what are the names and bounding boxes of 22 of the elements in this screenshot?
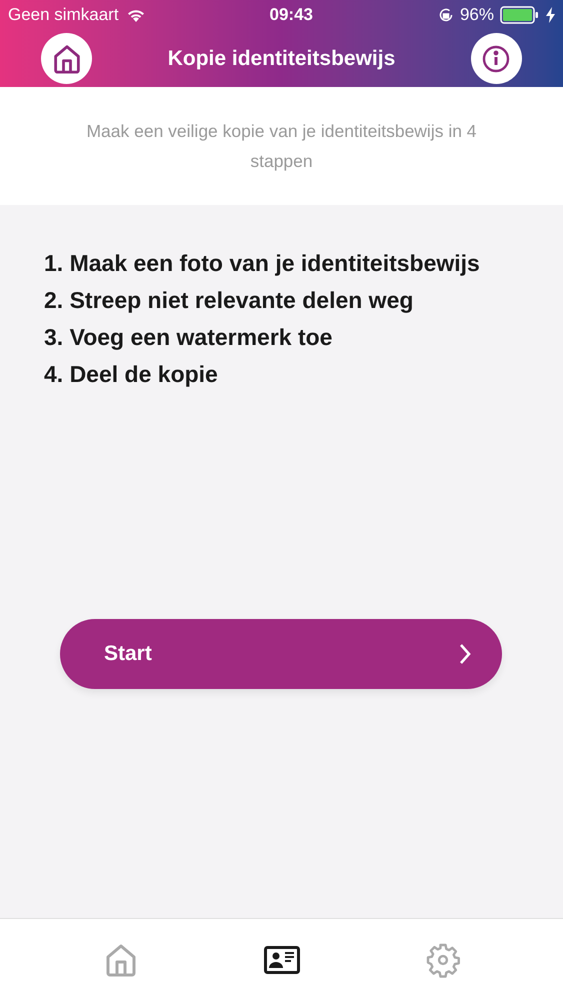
rotation-lock-icon: [438, 7, 454, 23]
id-card-icon: [264, 946, 300, 974]
battery-icon: [500, 6, 540, 24]
info-icon: [482, 44, 510, 72]
chevron-right-icon: [458, 642, 472, 666]
step-text: 3. Voeg een watermerk toe: [44, 323, 334, 352]
screen-title: Kopie identiteitsbewijs: [168, 46, 396, 72]
battery-percent: 96%: [460, 4, 494, 26]
start-button[interactable]: Start: [60, 619, 502, 689]
info-button[interactable]: [470, 33, 522, 84]
step-text: 1. Maak een foto van je identiteitsbewijs: [44, 249, 481, 278]
charging-icon: [546, 7, 555, 23]
step-text: 2. Streep niet relevante delen weg: [44, 286, 414, 315]
home-button[interactable]: [41, 33, 92, 84]
step-text: 4. Deel de kopie: [44, 360, 219, 389]
wifi-icon: [126, 8, 145, 22]
carrier-label: Geen simkaart: [8, 4, 119, 26]
clock-time: 09:43: [270, 4, 313, 26]
home-icon: [104, 942, 136, 976]
intro-text: Maak een veilige kopie van je identiteitsbewijs in 4 stappen: [85, 120, 478, 173]
home-icon: [52, 44, 80, 74]
settings-icon: [424, 942, 460, 978]
